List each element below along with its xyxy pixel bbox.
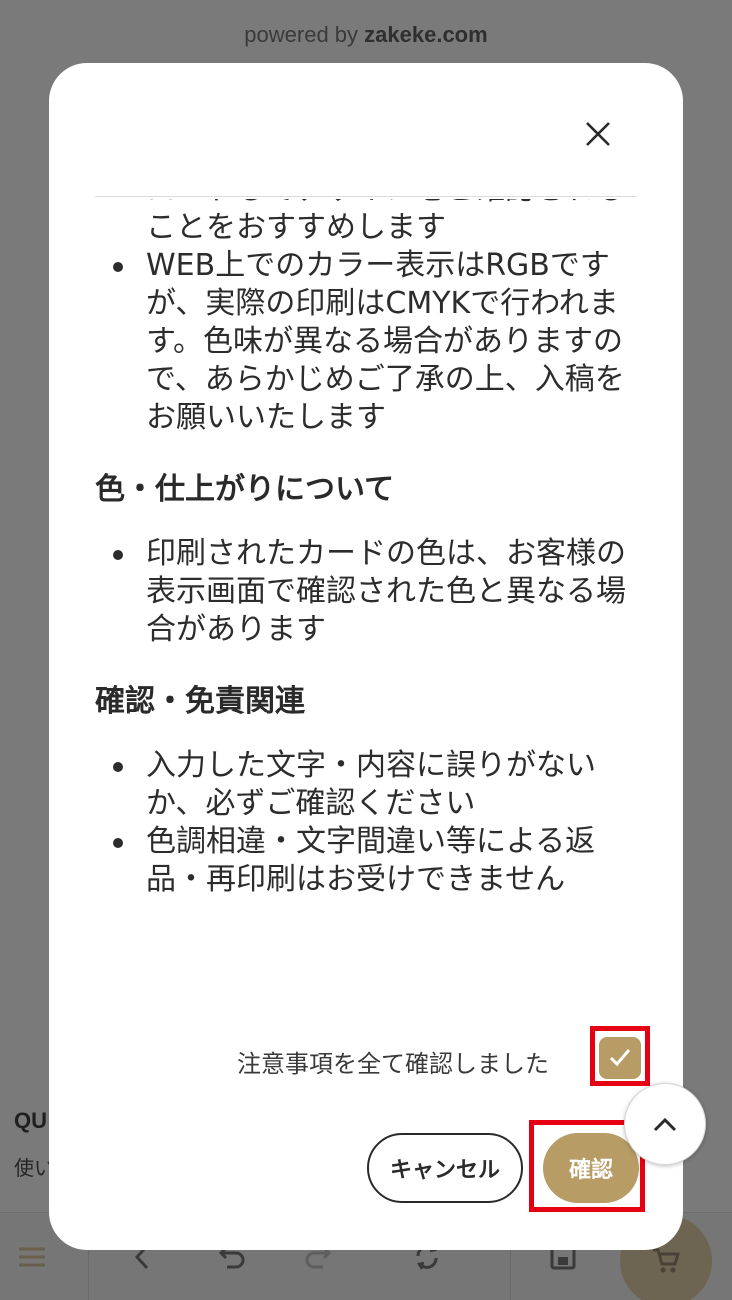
cart-icon	[653, 1248, 681, 1273]
intro-list: ロードしてデザインをご確認される ことをおすすめします WEB上でのカラー表示は…	[95, 199, 655, 437]
cancel-button[interactable]: キャンセル	[367, 1133, 523, 1203]
menu-icon[interactable]	[17, 1242, 47, 1272]
chevron-up-icon	[653, 1117, 677, 1132]
text-line: 入力した文字・内容に誤りがない	[146, 748, 596, 783]
text-line: す。色味が異なる場合がありますの	[146, 324, 623, 359]
background-product-subtitle: 使い	[14, 1156, 54, 1180]
text-line: 表示画面で確認された色と異なる場	[146, 574, 626, 609]
section-heading-disclaimer: 確認・免責関連	[95, 684, 305, 719]
text-line: が、実際の印刷はCMYKで行われま	[146, 286, 619, 321]
notice-content[interactable]: ロードしてデザインをご確認される ことをおすすめします WEB上でのカラー表示は…	[95, 199, 655, 989]
text-line: 印刷されたカードの色は、お客様の	[146, 536, 626, 571]
scroll-top-button[interactable]	[624, 1083, 706, 1165]
confirm-button[interactable]: 確認	[543, 1133, 639, 1203]
list-item: ロードしてデザインをご確認される ことをおすすめします	[95, 199, 655, 247]
powered-by-prefix: powered by	[244, 22, 365, 47]
text-line: ことをおすすめします	[146, 210, 446, 245]
notice-modal: ロードしてデザインをご確認される ことをおすすめします WEB上でのカラー表示は…	[49, 63, 683, 1250]
list-item: WEB上でのカラー表示はRGBです が、実際の印刷はCMYKで行われま す。色味…	[95, 247, 655, 437]
check-icon	[609, 1049, 631, 1067]
powered-by-text: powered by zakeke.com	[0, 22, 732, 48]
text-line: お願いいたします	[146, 400, 386, 435]
color-list: 印刷されたカードの色は、お客様の 表示画面で確認された色と異なる場 合があります	[95, 535, 655, 649]
list-item: 色調相違・文字間違い等による返 品・再印刷はお受けできません	[95, 823, 655, 899]
text-line: 合があります	[146, 612, 326, 647]
close-button[interactable]	[579, 115, 617, 153]
text-line: 品・再印刷はお受けできません	[146, 862, 566, 897]
list-item: 印刷されたカードの色は、お客様の 表示画面で確認された色と異なる場 合があります	[95, 535, 655, 649]
text-line: で、あらかじめご了承の上、入稿を	[146, 362, 625, 397]
disclaimer-list: 入力した文字・内容に誤りがない か、必ずご確認ください 色調相違・文字間違い等に…	[95, 747, 655, 899]
list-item: 入力した文字・内容に誤りがない か、必ずご確認ください	[95, 747, 655, 823]
powered-by-brand: zakeke.com	[364, 22, 488, 47]
section-heading-color: 色・仕上がりについて	[95, 472, 395, 507]
close-icon	[586, 122, 610, 146]
text-line: 色調相違・文字間違い等による返	[146, 824, 596, 859]
text-line: か、必ずご確認ください	[146, 786, 476, 821]
text-line: ロードしてデザインをご確認される	[146, 199, 655, 209]
text-line: WEB上でのカラー表示はRGBです	[146, 248, 610, 283]
header-divider	[95, 196, 637, 197]
background-product-title: QU	[14, 1108, 47, 1133]
confirm-checkbox[interactable]	[599, 1037, 641, 1079]
confirm-label: 注意事項を全て確認しました	[237, 1049, 549, 1078]
